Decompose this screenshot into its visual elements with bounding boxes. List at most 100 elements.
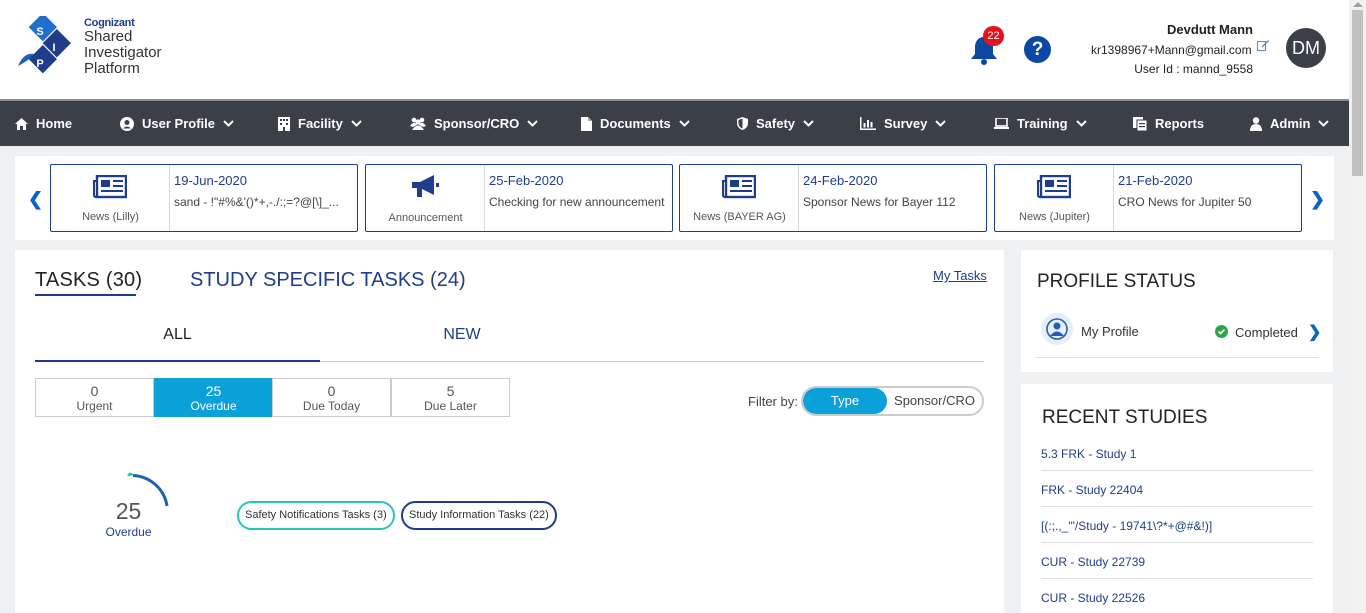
subtab-active-indicator [35, 360, 320, 362]
check-circle-icon [1215, 325, 1228, 338]
newspaper-icon [93, 175, 127, 199]
filter-label: Filter by: [748, 394, 798, 409]
main-navbar: Home User Profile Facility Sponsor/CRO D… [0, 99, 1349, 146]
count-overdue-button[interactable]: 25 Overdue [154, 378, 273, 417]
nav-sponsor-cro-label: Sponsor/CRO [434, 116, 520, 131]
nav-home-label: Home [36, 116, 73, 131]
chevron-right-icon[interactable]: ❯ [1308, 322, 1321, 342]
news-category: News (BAYER AG) [693, 211, 786, 223]
news-card[interactable]: Announcement 25-Feb-2020 Checking for ne… [365, 164, 673, 232]
nav-training-label: Training [1017, 116, 1068, 131]
news-icon-box: News (Lilly) [51, 165, 170, 231]
recent-studies-panel: RECENT STUDIES 5.3 FRK - Study 1 FRK - S… [1021, 384, 1333, 613]
logo-line-1: Shared [84, 28, 133, 45]
document-icon [581, 116, 592, 131]
logo-letter-i: I [52, 42, 55, 54]
person-icon [1250, 116, 1262, 131]
chevron-down-icon [1318, 120, 1330, 127]
megaphone-icon [412, 175, 439, 197]
chevron-down-icon [223, 120, 234, 127]
news-card[interactable]: News (Lilly) 19-Jun-2020 sand - !"#%&'()… [50, 164, 358, 232]
news-icon-box: News (Jupiter) [995, 165, 1114, 231]
legend-safety-notifications[interactable]: Safety Notifications Tasks (3) [237, 501, 395, 530]
avatar[interactable]: DM [1286, 28, 1326, 68]
count-label: Due Later [424, 399, 477, 413]
count-label: Urgent [76, 399, 113, 413]
carousel-prev-icon[interactable]: ❮ [28, 189, 43, 210]
news-text: Sponsor News for Bayer 112 [803, 195, 956, 209]
count-value: 0 [90, 383, 99, 399]
subtab-all[interactable]: ALL [35, 326, 320, 344]
recent-study-item[interactable]: 5.3 FRK - Study 1 [1041, 447, 1313, 471]
nav-reports[interactable]: Reports [1133, 101, 1204, 146]
profile-status-panel: PROFILE STATUS My Profile Completed ❯ [1021, 250, 1333, 372]
nav-survey-label: Survey [884, 116, 928, 131]
newspaper-icon [1037, 175, 1071, 199]
recent-study-item[interactable]: FRK - Study 22404 [1041, 483, 1313, 507]
count-urgent-button[interactable]: 0 Urgent [35, 378, 154, 417]
news-icon-box: Announcement [366, 165, 485, 231]
subtab-new[interactable]: NEW [320, 326, 604, 344]
legend-study-information[interactable]: Study Information Tasks (22) [401, 501, 557, 530]
logo-line-2: Investigator [84, 44, 162, 61]
nav-safety-label: Safety [756, 116, 796, 131]
header: S I P Cognizant Shared Investigator Plat… [0, 0, 1349, 99]
user-id: User Id : mannd_9558 [1134, 62, 1253, 76]
chevron-down-icon [351, 120, 362, 127]
user-icon [1046, 318, 1068, 340]
nav-sponsor-cro[interactable]: Sponsor/CRO [410, 101, 538, 146]
nav-user-profile-label: User Profile [142, 116, 215, 131]
profile-avatar [1041, 313, 1073, 345]
news-date: 25-Feb-2020 [489, 173, 564, 188]
news-date: 21-Feb-2020 [1118, 173, 1193, 188]
chevron-down-icon [803, 120, 814, 127]
nav-home[interactable]: Home [15, 101, 72, 146]
nav-safety[interactable]: Safety [737, 101, 814, 146]
tasks-panel: TASKS (30) STUDY SPECIFIC TASKS (24) My … [15, 250, 1004, 613]
count-value: 25 [205, 383, 222, 399]
count-value: 5 [446, 383, 455, 399]
tab-study-specific-tasks[interactable]: STUDY SPECIFIC TASKS (24) [190, 269, 466, 292]
news-date: 19-Jun-2020 [174, 173, 247, 188]
nav-facility[interactable]: Facility [278, 101, 362, 146]
filter-sponsor-option[interactable]: Sponsor/CRO [887, 388, 982, 414]
recent-study-item[interactable]: CUR - Study 22739 [1041, 555, 1313, 579]
bar-chart-icon [860, 117, 876, 130]
building-icon [278, 116, 290, 131]
scroll-up-arrow-icon[interactable] [1353, 2, 1363, 7]
donut-value: 25 [115, 498, 142, 524]
chevron-down-icon [679, 120, 690, 127]
news-text: Checking for new announcement [489, 195, 665, 209]
recent-study-item[interactable]: [(:;.,_'"/Study - 19741\?*+@#&!)] [1041, 519, 1313, 543]
tab-active-indicator [35, 294, 136, 296]
nav-training[interactable]: Training [994, 101, 1087, 146]
filter-type-option[interactable]: Type [803, 388, 887, 414]
donut-label: Overdue [105, 525, 152, 539]
carousel-next-icon[interactable]: ❯ [1310, 189, 1325, 210]
recent-study-item[interactable]: CUR - Study 22526 [1041, 591, 1313, 613]
count-value: 0 [327, 383, 336, 399]
tab-tasks[interactable]: TASKS (30) [35, 269, 142, 292]
nav-user-profile[interactable]: User Profile [120, 101, 234, 146]
edit-email-icon[interactable] [1257, 39, 1269, 51]
news-card[interactable]: News (BAYER AG) 24-Feb-2020 Sponsor News… [679, 164, 987, 232]
nav-admin[interactable]: Admin [1250, 101, 1330, 146]
nav-survey[interactable]: Survey [860, 101, 947, 146]
chevron-down-icon [1075, 120, 1087, 127]
divider [1035, 357, 1319, 358]
logo-letter-s: S [36, 26, 43, 38]
logo-letter-p: P [36, 58, 43, 70]
scrollbar-thumb[interactable] [1352, 10, 1363, 176]
nav-facility-label: Facility [298, 116, 343, 131]
help-icon[interactable]: ? [1024, 36, 1051, 63]
my-profile-label: My Profile [1081, 324, 1139, 339]
news-card[interactable]: News (Jupiter) 21-Feb-2020 CRO News for … [994, 164, 1302, 232]
profile-status-text: Completed [1235, 325, 1298, 340]
nav-documents[interactable]: Documents [581, 101, 690, 146]
count-due-later-button[interactable]: 5 Due Later [391, 378, 510, 417]
count-due-today-button[interactable]: 0 Due Today [272, 378, 391, 417]
shield-icon [737, 117, 748, 130]
news-date: 24-Feb-2020 [803, 173, 878, 188]
my-tasks-link[interactable]: My Tasks [933, 268, 987, 283]
logo-line-3: Platform [84, 60, 140, 77]
